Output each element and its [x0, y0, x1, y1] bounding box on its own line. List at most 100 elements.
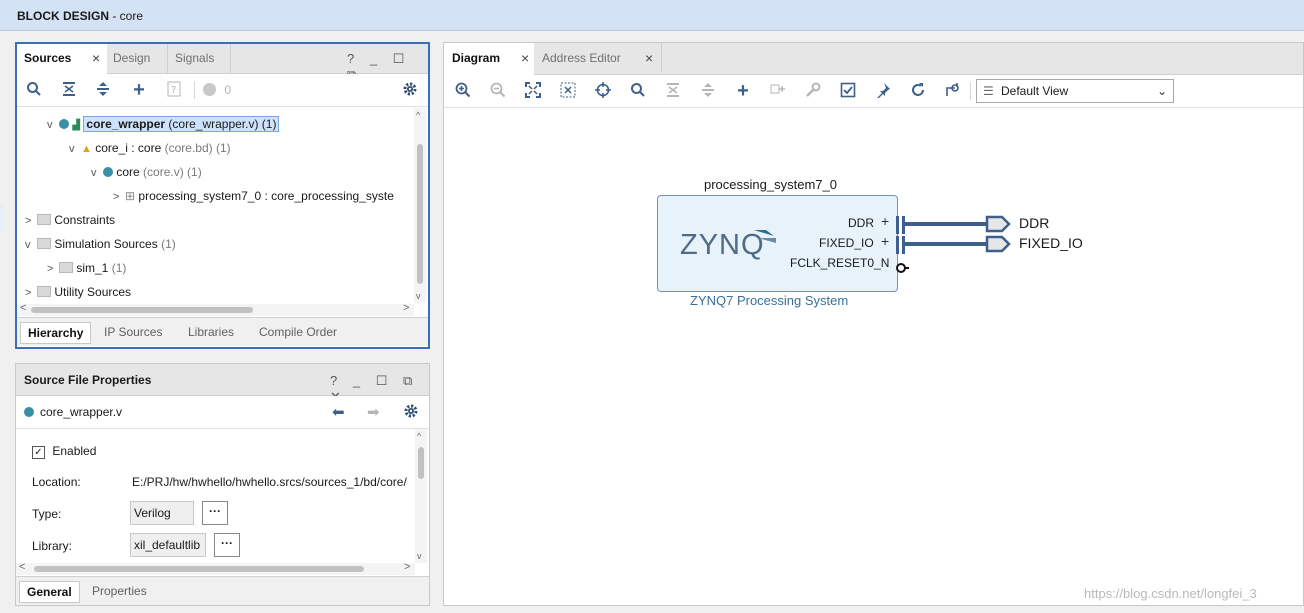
port-fixed-io[interactable]: FIXED_IO	[819, 236, 874, 250]
close-icon[interactable]: ×	[521, 43, 529, 74]
pin-icon[interactable]	[874, 82, 892, 100]
scrollbar-thumb[interactable]	[418, 447, 424, 479]
checkbox-checked-icon[interactable]: ✓	[32, 446, 45, 459]
tree-item-processing-system7[interactable]: > ⊞ processing_system7_0 : core_processin…	[113, 185, 394, 207]
maximize-icon[interactable]: ☐	[393, 51, 411, 66]
properties-horizontal-scrollbar[interactable]: < >	[16, 561, 415, 575]
tree-item-sim-1[interactable]: > sim_1 (1)	[47, 257, 126, 279]
document-help-icon[interactable]: ?	[165, 81, 183, 99]
minimize-icon[interactable]: _	[353, 373, 366, 388]
chevron-right-icon[interactable]: >	[47, 258, 59, 280]
chevron-down-icon[interactable]: ⌄	[1157, 80, 1167, 102]
tab-hierarchy[interactable]: Hierarchy	[20, 322, 92, 344]
diagram-canvas[interactable]: processing_system7_0 ZYNQ DDR FIXED_IO F…	[444, 108, 1303, 605]
messages-indicator[interactable]: 0	[203, 81, 231, 99]
tab-ip-sources[interactable]: IP Sources	[97, 322, 169, 342]
help-icon[interactable]: ?	[347, 51, 360, 66]
library-field[interactable]: xil_defaultlib	[130, 533, 206, 557]
tab-sources[interactable]: Sources ×	[17, 44, 107, 74]
wrench-icon[interactable]	[804, 82, 822, 100]
library-edit-button[interactable]: ···	[214, 533, 240, 557]
scroll-down-icon[interactable]: v	[416, 291, 421, 301]
chevron-right-icon[interactable]: >	[25, 282, 37, 303]
expand-port-icon[interactable]: +	[881, 233, 889, 249]
collapse-all-icon[interactable]	[664, 82, 682, 100]
external-port-ddr[interactable]: DDR	[1019, 215, 1049, 231]
sources-panel: Sources × Design Signals ? _ ☐ ⧉ + ?	[15, 42, 430, 349]
svg-text:?: ?	[171, 85, 176, 96]
add-sources-icon[interactable]: +	[130, 80, 148, 100]
chevron-down-icon[interactable]: v	[47, 114, 59, 136]
zoom-area-icon[interactable]	[559, 82, 577, 100]
crosshair-icon[interactable]	[594, 82, 612, 100]
optimize-routing-icon[interactable]	[943, 82, 961, 100]
gear-icon[interactable]	[402, 403, 420, 421]
tab-design[interactable]: Design	[107, 44, 168, 73]
help-icon[interactable]: ?	[330, 373, 343, 388]
minimize-icon[interactable]: _	[370, 51, 383, 66]
float-icon[interactable]: ⧉	[403, 373, 418, 388]
zynq-ip-block[interactable]: ZYNQ DDR FIXED_IO FCLK_RESET0_N + +	[657, 195, 898, 292]
scroll-up-icon[interactable]: ^	[416, 110, 420, 120]
close-icon[interactable]: ×	[92, 44, 100, 73]
external-port-fixed-io[interactable]: FIXED_IO	[1019, 235, 1083, 251]
tree-horizontal-scrollbar[interactable]: < >	[17, 302, 414, 316]
scroll-left-icon[interactable]: <	[20, 302, 26, 314]
tab-signals[interactable]: Signals	[168, 44, 231, 73]
tab-compile-order[interactable]: Compile Order	[252, 322, 344, 342]
tree-item-constraints[interactable]: > Constraints	[25, 209, 115, 231]
scroll-left-icon[interactable]: <	[19, 561, 25, 573]
window-title: BLOCK DESIGN - core	[17, 9, 144, 23]
properties-vertical-scrollbar[interactable]: ^ v	[415, 429, 427, 563]
tree-vertical-scrollbar[interactable]: ^ v	[414, 108, 426, 303]
enabled-checkbox-row[interactable]: ✓ Enabled	[32, 444, 96, 459]
view-select[interactable]: ☰ Default View ⌄	[976, 79, 1174, 103]
expand-all-icon[interactable]	[699, 82, 717, 100]
chevron-right-icon[interactable]: >	[25, 210, 37, 232]
ip-core-icon: ⊞	[125, 189, 136, 203]
tree-item-core-i[interactable]: v ▲ core_i : core (core.bd) (1)	[69, 137, 231, 159]
tree-item-core-wrapper[interactable]: v ▟ core_wrapper (core_wrapper.v) (1)	[47, 113, 280, 136]
port-ddr[interactable]: DDR	[848, 216, 874, 230]
scroll-down-icon[interactable]: v	[417, 551, 422, 561]
validate-design-icon[interactable]	[839, 82, 857, 100]
tree-item-core[interactable]: v core (core.v) (1)	[91, 161, 202, 183]
chevron-down-icon[interactable]: v	[91, 162, 103, 184]
zoom-in-icon[interactable]	[454, 82, 472, 100]
maximize-icon[interactable]: ☐	[376, 373, 394, 388]
expand-port-icon[interactable]: +	[881, 213, 889, 229]
add-ip-icon[interactable]: +	[734, 81, 752, 101]
add-module-icon[interactable]	[769, 82, 787, 100]
search-icon[interactable]	[629, 82, 647, 100]
tab-general[interactable]: General	[19, 581, 80, 603]
tree-item-utility-sources[interactable]: > Utility Sources	[25, 281, 131, 303]
forward-arrow-icon[interactable]: ➡	[367, 403, 380, 421]
collapse-all-icon[interactable]	[60, 81, 78, 99]
gear-icon[interactable]	[401, 81, 419, 99]
zoom-fit-icon[interactable]	[524, 82, 542, 100]
chevron-right-icon[interactable]: >	[113, 186, 125, 208]
expand-all-icon[interactable]	[94, 81, 112, 99]
tree-item-simulation-sources[interactable]: v Simulation Sources (1)	[25, 233, 176, 255]
chevron-down-icon[interactable]: v	[69, 138, 81, 160]
close-icon[interactable]: ×	[645, 43, 653, 74]
scroll-right-icon[interactable]: >	[404, 561, 410, 573]
tab-libraries[interactable]: Libraries	[181, 322, 241, 342]
scroll-right-icon[interactable]: >	[403, 302, 409, 314]
properties-file-bar: core_wrapper.v ⬅ ➡	[16, 396, 429, 429]
type-field[interactable]: Verilog	[130, 501, 194, 525]
tab-diagram[interactable]: Diagram ×	[444, 43, 534, 75]
type-edit-button[interactable]: ···	[202, 501, 228, 525]
scrollbar-thumb[interactable]	[31, 307, 253, 313]
port-fclk-reset0-n[interactable]: FCLK_RESET0_N	[790, 256, 889, 270]
back-arrow-icon[interactable]: ⬅	[332, 403, 345, 421]
search-icon[interactable]	[25, 81, 43, 99]
zoom-out-icon[interactable]	[489, 82, 507, 100]
scrollbar-thumb[interactable]	[34, 566, 364, 572]
tab-address-editor[interactable]: Address Editor ×	[535, 43, 662, 72]
chevron-down-icon[interactable]: v	[25, 234, 37, 256]
scrollbar-thumb[interactable]	[417, 144, 423, 284]
tab-properties[interactable]: Properties	[85, 581, 154, 601]
regenerate-layout-icon[interactable]	[909, 82, 927, 100]
scroll-up-icon[interactable]: ^	[417, 431, 421, 441]
